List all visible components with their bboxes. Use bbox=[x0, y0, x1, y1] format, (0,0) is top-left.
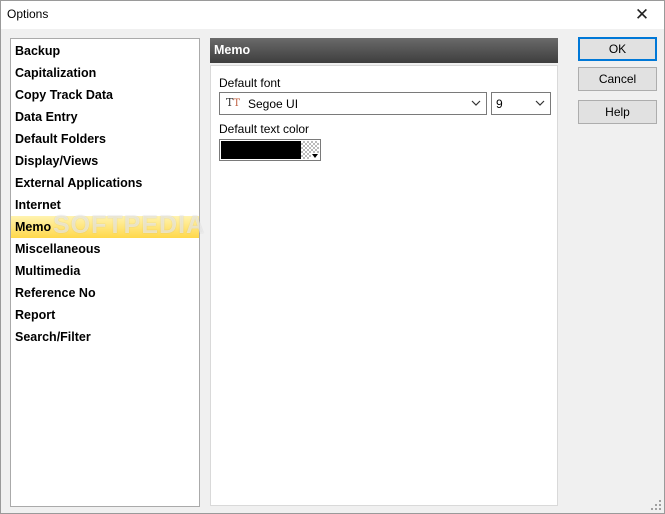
resize-grip-icon[interactable] bbox=[650, 499, 662, 511]
help-button[interactable]: Help bbox=[578, 100, 657, 124]
cancel-button[interactable]: Cancel bbox=[578, 67, 657, 91]
nav-item-external-applications[interactable]: External Applications bbox=[11, 172, 199, 194]
chevron-down-icon bbox=[471, 100, 481, 106]
nav-item-report[interactable]: Report bbox=[11, 304, 199, 326]
ok-button[interactable]: OK bbox=[578, 37, 657, 61]
nav-item-search-filter[interactable]: Search/Filter bbox=[11, 326, 199, 348]
options-dialog: Options ✕ Backup Capitalization Copy Track… bbox=[0, 0, 665, 514]
close-icon: ✕ bbox=[634, 5, 650, 24]
nav-item-display-views[interactable]: Display/Views bbox=[11, 150, 199, 172]
font-size-dropdown[interactable]: 9 bbox=[491, 92, 551, 115]
font-name-value: Segoe UI bbox=[248, 97, 299, 111]
color-palette-icon[interactable] bbox=[301, 141, 319, 159]
nav-item-miscellaneous[interactable]: Miscellaneous bbox=[11, 238, 199, 260]
close-button[interactable]: ✕ bbox=[620, 1, 664, 29]
truetype-font-icon: TT bbox=[226, 96, 241, 109]
panel-title: Memo bbox=[210, 38, 558, 63]
dropdown-arrow-icon bbox=[311, 153, 319, 159]
chevron-down-icon bbox=[535, 100, 545, 106]
default-font-label: Default font bbox=[219, 76, 281, 90]
nav-item-capitalization[interactable]: Capitalization bbox=[11, 62, 199, 84]
default-text-color-label: Default text color bbox=[219, 122, 310, 136]
title-bar[interactable]: Options ✕ bbox=[1, 1, 664, 29]
font-name-dropdown[interactable]: TT Segoe UI bbox=[219, 92, 487, 115]
window-title: Options bbox=[7, 7, 49, 21]
text-color-picker[interactable] bbox=[219, 139, 321, 161]
color-swatch bbox=[221, 141, 301, 159]
nav-item-default-folders[interactable]: Default Folders bbox=[11, 128, 199, 150]
nav-item-data-entry[interactable]: Data Entry bbox=[11, 106, 199, 128]
font-size-value: 9 bbox=[496, 97, 503, 111]
nav-item-multimedia[interactable]: Multimedia bbox=[11, 260, 199, 282]
nav-item-copy-track-data[interactable]: Copy Track Data bbox=[11, 84, 199, 106]
nav-item-backup[interactable]: Backup bbox=[11, 40, 199, 62]
category-list[interactable]: Backup Capitalization Copy Track Data Data … bbox=[10, 38, 200, 507]
nav-item-reference-no[interactable]: Reference No bbox=[11, 282, 199, 304]
nav-item-memo[interactable]: Memo bbox=[11, 216, 199, 238]
nav-item-internet[interactable]: Internet bbox=[11, 194, 199, 216]
